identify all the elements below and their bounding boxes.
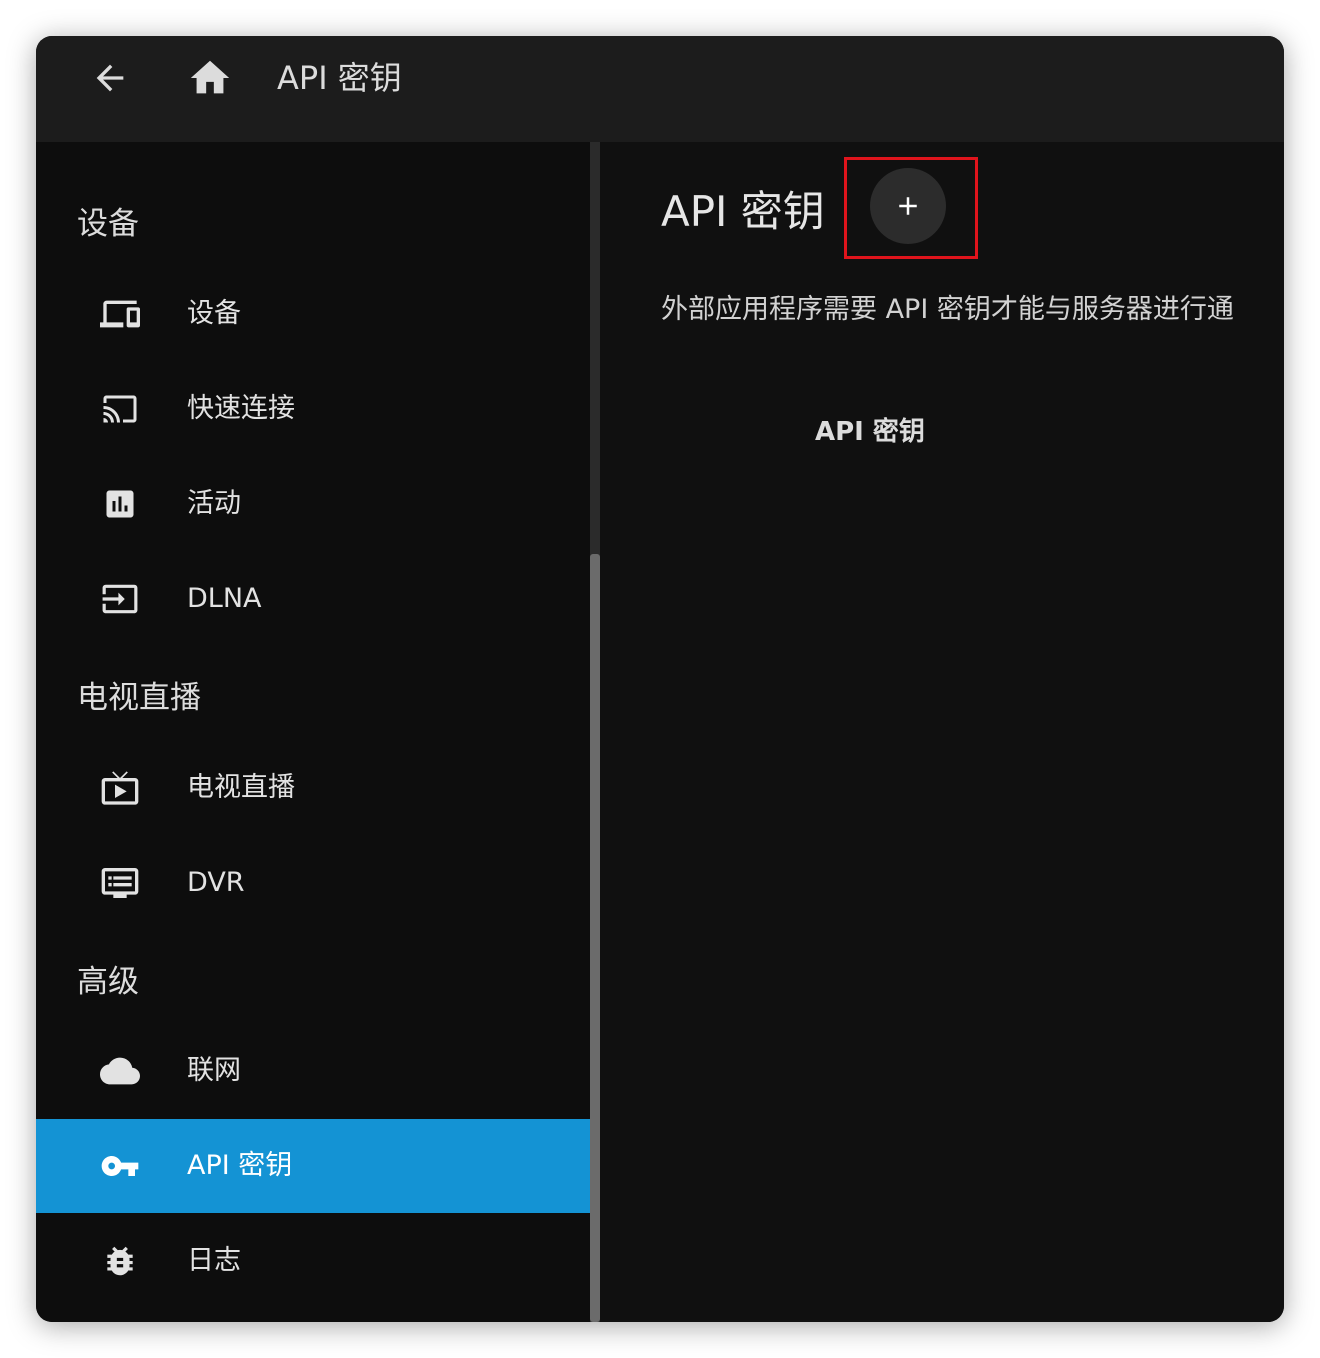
bar-chart-icon bbox=[100, 484, 140, 524]
sidebar-item-api-keys[interactable]: API 密钥 bbox=[36, 1119, 590, 1213]
sidebar-item-live-tv[interactable]: 电视直播 bbox=[36, 741, 590, 835]
table-column-header: API 密钥 bbox=[815, 417, 925, 447]
sidebar-item-networking[interactable]: 联网 bbox=[36, 1024, 590, 1118]
sidebar-item-label: 设备 bbox=[187, 298, 241, 329]
sidebar-item-label: 联网 bbox=[187, 1055, 241, 1086]
sidebar-item-quick-connect[interactable]: 快速连接 bbox=[36, 362, 590, 456]
page-title: API 密钥 bbox=[661, 187, 825, 236]
input-icon bbox=[100, 579, 140, 619]
page-description: 外部应用程序需要 API 密钥才能与服务器进行通 bbox=[661, 294, 1234, 325]
sidebar-item-devices[interactable]: 设备 bbox=[36, 267, 590, 361]
cloud-icon bbox=[100, 1051, 140, 1091]
live-tv-icon bbox=[100, 768, 140, 808]
sidebar-item-label: 活动 bbox=[187, 488, 241, 519]
sidebar-item-dlna[interactable]: DLNA bbox=[36, 552, 590, 646]
sidebar-item-activity[interactable]: 活动 bbox=[36, 457, 590, 551]
sidebar-item-dvr[interactable]: DVR bbox=[36, 836, 590, 930]
dvr-icon bbox=[100, 863, 140, 903]
cast-icon bbox=[100, 389, 140, 429]
header-title: API 密钥 bbox=[277, 59, 402, 97]
sidebar-item-label: 日志 bbox=[187, 1245, 241, 1276]
app-header: API 密钥 bbox=[36, 36, 1284, 142]
sidebar-item-label: DVR bbox=[187, 867, 245, 898]
highlight-box bbox=[844, 157, 978, 259]
sidebar-item-label: DLNA bbox=[187, 583, 262, 614]
section-title-devices: 设备 bbox=[77, 206, 139, 242]
sidebar-scrollbar[interactable] bbox=[590, 142, 600, 1322]
sidebar: 设备 设备 快速连接 活动 DLNA 电视直播 电视直播 DVR 高级 联网 A… bbox=[36, 142, 590, 1322]
sidebar-item-label: API 密钥 bbox=[187, 1150, 293, 1181]
sidebar-item-label: 快速连接 bbox=[187, 393, 295, 424]
devices-icon bbox=[100, 294, 140, 334]
section-title-advanced: 高级 bbox=[77, 964, 139, 1000]
app-window: API 密钥 设备 设备 快速连接 活动 DLNA 电视直播 电视直播 DVR … bbox=[36, 36, 1284, 1322]
sidebar-item-label: 电视直播 bbox=[187, 772, 295, 803]
key-icon bbox=[100, 1146, 140, 1186]
bug-icon bbox=[100, 1241, 140, 1281]
home-icon[interactable] bbox=[186, 54, 234, 102]
scrollbar-thumb[interactable] bbox=[590, 554, 600, 1322]
sidebar-item-logs[interactable]: 日志 bbox=[36, 1214, 590, 1308]
main-content: API 密钥 外部应用程序需要 API 密钥才能与服务器进行通 API 密钥 bbox=[600, 142, 1284, 1322]
arrow-left-icon[interactable] bbox=[86, 54, 134, 102]
section-title-live-tv: 电视直播 bbox=[77, 680, 201, 716]
